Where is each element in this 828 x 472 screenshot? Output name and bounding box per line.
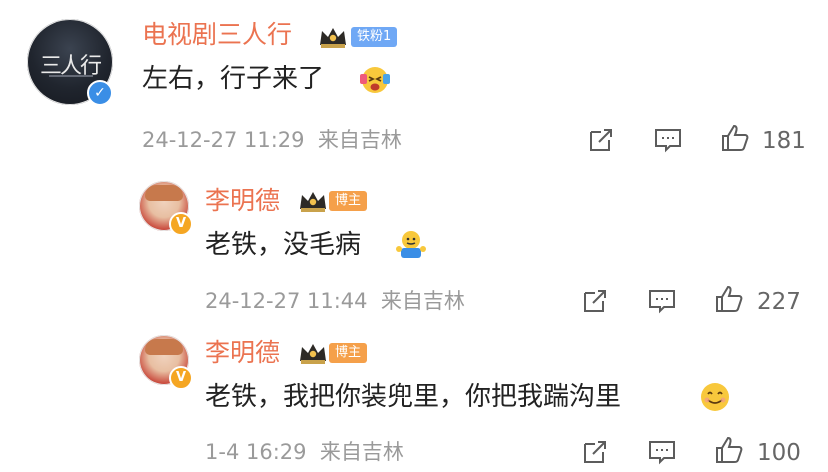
crown-icon xyxy=(318,25,348,49)
like-count: 100 xyxy=(757,440,801,466)
fan-badge: 铁粉1 xyxy=(351,27,398,47)
crown-icon xyxy=(298,341,328,365)
host-badge: 博主 xyxy=(329,343,368,363)
comment-time: 24-12-27 11:44 来自吉林 xyxy=(205,288,465,314)
comment-time: 1-4 16:29 来自吉林 xyxy=(205,439,404,465)
comment-text: 老铁，我把你装兜里，你把我踹沟里 xyxy=(205,382,622,412)
host-badge: 博主 xyxy=(329,191,368,211)
share-icon[interactable] xyxy=(585,124,617,156)
time-text: 24-12-27 11:44 xyxy=(205,289,368,313)
comment-author-name[interactable]: 李明德 xyxy=(205,186,280,216)
time-text: 1-4 16:29 xyxy=(205,440,307,464)
comment-text: 老铁，没毛病 xyxy=(205,230,362,260)
verified-icon: V xyxy=(169,366,193,390)
comment-icon[interactable] xyxy=(646,436,678,468)
like-icon[interactable] xyxy=(719,122,751,154)
verified-icon: ✓ xyxy=(87,80,113,106)
avatar-logo-line xyxy=(49,75,93,77)
like-icon[interactable] xyxy=(713,434,745,466)
avatar-hair xyxy=(145,339,183,355)
share-icon[interactable] xyxy=(579,285,611,317)
comment-icon[interactable] xyxy=(652,124,684,156)
excited-emoji xyxy=(358,62,392,96)
crown-icon xyxy=(298,189,328,213)
location-text: 来自吉林 xyxy=(319,440,404,464)
time-text: 24-12-27 11:29 xyxy=(142,128,305,152)
like-count: 227 xyxy=(757,289,801,315)
like-count: 181 xyxy=(762,128,806,154)
comment-text: 左右，行子来了 xyxy=(142,64,325,94)
location-text: 来自吉林 xyxy=(380,289,465,313)
share-icon[interactable] xyxy=(579,436,611,468)
smile-emoji xyxy=(698,380,732,414)
comment-author-name[interactable]: 李明德 xyxy=(205,338,280,368)
comment-time: 24-12-27 11:29 来自吉林 xyxy=(142,127,402,153)
verified-icon: V xyxy=(169,212,193,236)
comment-icon[interactable] xyxy=(646,285,678,317)
like-icon[interactable] xyxy=(713,283,745,315)
comment-author-name[interactable]: 电视剧三人行 xyxy=(142,20,292,50)
location-text: 来自吉林 xyxy=(317,128,402,152)
shrug-emoji xyxy=(394,228,428,262)
avatar-hair xyxy=(145,185,183,201)
